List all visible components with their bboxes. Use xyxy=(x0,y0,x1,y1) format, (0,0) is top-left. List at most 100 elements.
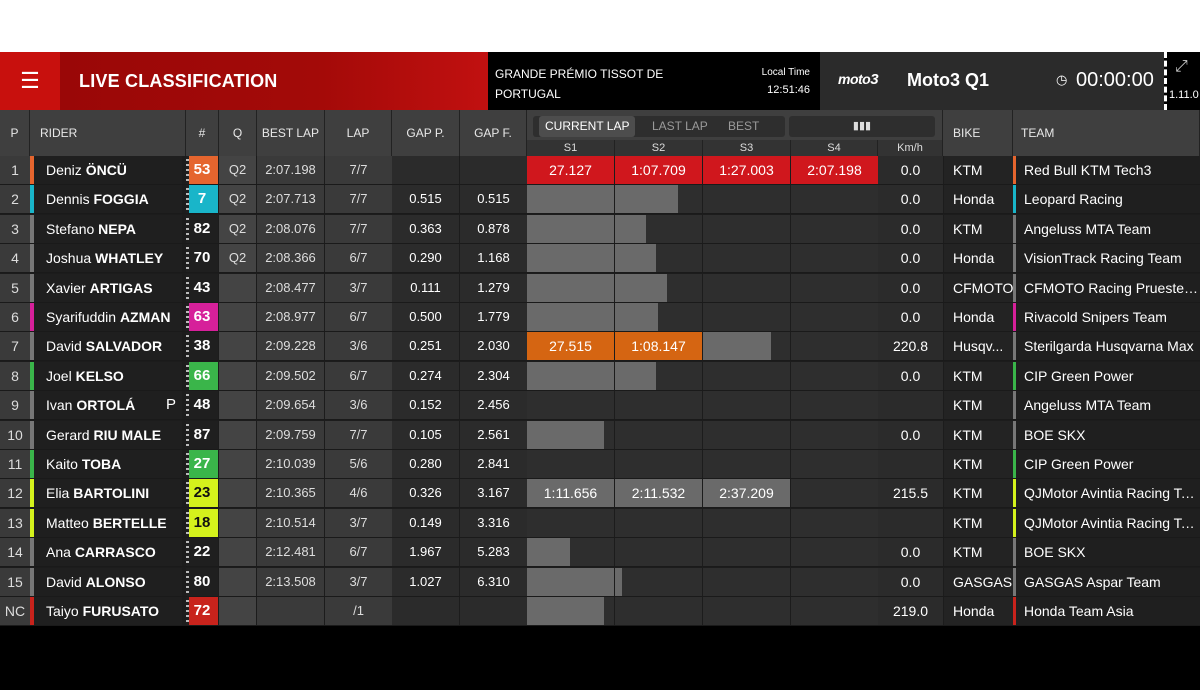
rider-last-name: AZMAN xyxy=(119,309,171,325)
cell-sector-1 xyxy=(527,214,614,243)
table-row[interactable]: 11 Kaito TOBA 27 2:10.039 5/6 0.280 2.841 KTM CI… xyxy=(0,450,1200,479)
cell-q xyxy=(219,391,256,420)
table-row[interactable]: 9 Ivan ORTOLÁ P 48 2:09.654 3/6 0.152 2.456 KTM A… xyxy=(0,391,1200,421)
cell-sector-4 xyxy=(791,361,878,390)
table-row[interactable]: 4 Joshua WHATLEY 70 Q2 2:08.366 6/7 0.290 1.168… xyxy=(0,244,1200,274)
table-row[interactable]: 7 David SALVADOR 38 2:09.228 3/6 0.251 2.030 27… xyxy=(0,332,1200,362)
table-row[interactable]: 1 Deniz ÖNCÜ 53 Q2 2:07.198 7/7 27.127 1:07.709… xyxy=(0,156,1200,185)
sector-time xyxy=(703,362,790,390)
sector-time: 1:11.656 xyxy=(543,485,598,502)
table-row[interactable]: 6 Syarifuddin AZMAN 63 2:08.977 6/7 0.500 1.77… xyxy=(0,303,1200,332)
cell-speed: 0.0 xyxy=(878,156,943,184)
col-header-q[interactable]: Q xyxy=(219,110,257,156)
cell-sector-1: 1:11.656 xyxy=(527,479,614,508)
cell-gap-f: 2.304 xyxy=(460,361,527,390)
table-row[interactable]: 5 Xavier ARTIGAS 43 2:08.477 3/7 0.111 1.279 0.… xyxy=(0,273,1200,303)
cell-bike: Honda xyxy=(944,185,1013,214)
cell-rider-number: 82 xyxy=(186,214,218,243)
cell-rider-number: 63 xyxy=(186,303,218,331)
table-row[interactable]: NC Taiyo FURUSATO 72/1 219.0 Honda Honda Team… xyxy=(0,597,1200,626)
sector-time xyxy=(527,244,614,272)
table-row[interactable]: 12 Elia BARTOLINI 23 2:10.365 4/6 0.326 3.167 1… xyxy=(0,479,1200,509)
tab-last-lap[interactable]: LAST LAP xyxy=(646,116,714,137)
cell-sector-3 xyxy=(703,244,790,273)
cell-lap: /1 xyxy=(325,597,392,625)
cell-best-lap: 2:09.759 xyxy=(257,420,324,449)
cell-sector-2 xyxy=(615,273,702,302)
cell-sector-3 xyxy=(703,597,790,625)
col-header-position[interactable]: P xyxy=(0,110,30,156)
sector-time xyxy=(615,421,702,449)
table-row[interactable]: 3 Stefano NEPA 82 Q2 2:08.076 7/7 0.363 0.878 0.… xyxy=(0,214,1200,244)
cell-position: 1 xyxy=(0,156,30,184)
expand-icon[interactable]: ⤢ xyxy=(1175,58,1188,76)
hamburger-icon: ☰ xyxy=(20,68,40,93)
sector-time: 2:37.209 xyxy=(719,485,774,502)
col-header-team[interactable]: TEAM xyxy=(1013,110,1200,156)
col-header-lap[interactable]: LAP xyxy=(325,110,392,156)
cell-team: Sterilgarda Husqvarna Max xyxy=(1013,332,1200,361)
col-header-best-lap[interactable]: BEST LAP xyxy=(257,110,325,156)
cell-gap-p: 0.363 xyxy=(392,214,459,243)
table-row[interactable]: 8 Joel KELSO 66 2:09.502 6/7 0.274 2.304 0.0 KTM… xyxy=(0,361,1200,391)
cell-gap-f: 3.167 xyxy=(460,479,527,508)
tab-current-lap[interactable]: CURRENT LAP xyxy=(539,116,636,137)
menu-button[interactable]: ☰ xyxy=(0,52,60,110)
cell-team: Angeluss MTA Team xyxy=(1013,214,1200,243)
signal-button[interactable]: ▮▮▮ xyxy=(789,116,935,137)
cell-sector-3: 2:37.209 xyxy=(703,479,790,508)
cell-rider-number: 70 xyxy=(186,244,218,273)
cell-position: 3 xyxy=(0,214,30,243)
col-header-gap-p[interactable]: GAP P. xyxy=(392,110,460,156)
cell-q: Q2 xyxy=(219,156,256,184)
cell-bike: GASGAS xyxy=(944,567,1013,596)
sector-time xyxy=(791,244,878,272)
sector-time xyxy=(791,332,878,360)
sector-time xyxy=(527,538,614,566)
session-name: Moto3 Q1 xyxy=(907,70,990,90)
rider-first-name: Xavier xyxy=(46,279,90,296)
cell-position: 14 xyxy=(0,538,30,567)
col-header-rider[interactable]: RIDER xyxy=(30,110,186,156)
cell-rider-number: 38 xyxy=(186,332,218,361)
sector-time xyxy=(527,274,614,302)
version-area: ⤢ 1.11.0 xyxy=(1164,52,1200,110)
cell-rider: Ana CARRASCO xyxy=(30,538,182,567)
cell-team: CIP Green Power xyxy=(1013,361,1200,390)
cell-position: 8 xyxy=(0,361,30,390)
cell-gap-p: 0.280 xyxy=(392,450,459,478)
sector-time xyxy=(615,391,702,419)
cell-gap-f: 1.168 xyxy=(460,244,527,273)
cell-q xyxy=(219,332,256,361)
cell-team: Leopard Racing xyxy=(1013,185,1200,214)
rider-first-name: Deniz xyxy=(46,162,86,178)
cell-q: Q2 xyxy=(219,214,256,243)
cell-sector-4 xyxy=(791,508,878,537)
table-row[interactable]: 14 Ana CARRASCO 22 2:12.481 6/7 1.967 5.283 0.0… xyxy=(0,538,1200,568)
table-row[interactable]: 2 Dennis FOGGIA 7 Q2 2:07.713 7/7 0.515 0.515 0.… xyxy=(0,185,1200,215)
cell-bike: KTM xyxy=(944,450,1013,478)
col-header-bike[interactable]: BIKE xyxy=(943,110,1013,156)
sector-time xyxy=(791,450,878,478)
cell-bike: KTM xyxy=(944,508,1013,537)
sector-time xyxy=(527,421,614,449)
sector-time xyxy=(703,597,790,625)
cell-sector-2 xyxy=(615,214,702,243)
sector-time: 2:07.198 xyxy=(807,162,862,178)
col-header-gap-f[interactable]: GAP F. xyxy=(460,110,527,156)
tab-best-lap[interactable]: BEST LAP xyxy=(722,116,785,154)
col-header-number[interactable]: # xyxy=(186,110,219,156)
cell-sector-4 xyxy=(791,567,878,596)
cell-team: BOE SKX xyxy=(1013,420,1200,449)
cell-gap-p: 0.111 xyxy=(392,273,459,302)
cell-sector-3 xyxy=(703,332,790,361)
table-row[interactable]: 10 Gerard RIU MALE 87 2:09.759 7/7 0.105 2.561… xyxy=(0,420,1200,450)
table-row[interactable]: 13 Matteo BERTELLE 18 2:10.514 3/7 0.149 3.316… xyxy=(0,508,1200,538)
cell-lap: 6/7 xyxy=(325,244,392,273)
table-row[interactable]: 15 David ALONSO 80 2:13.508 3/7 1.027 6.310 0.0… xyxy=(0,567,1200,597)
cell-speed: 0.0 xyxy=(878,538,943,567)
cell-rider: Elia BARTOLINI xyxy=(30,479,182,508)
cell-gap-f: 0.878 xyxy=(460,214,527,243)
cell-gap-f: 2.030 xyxy=(460,332,527,361)
cell-rider: Taiyo FURUSATO xyxy=(30,597,182,625)
